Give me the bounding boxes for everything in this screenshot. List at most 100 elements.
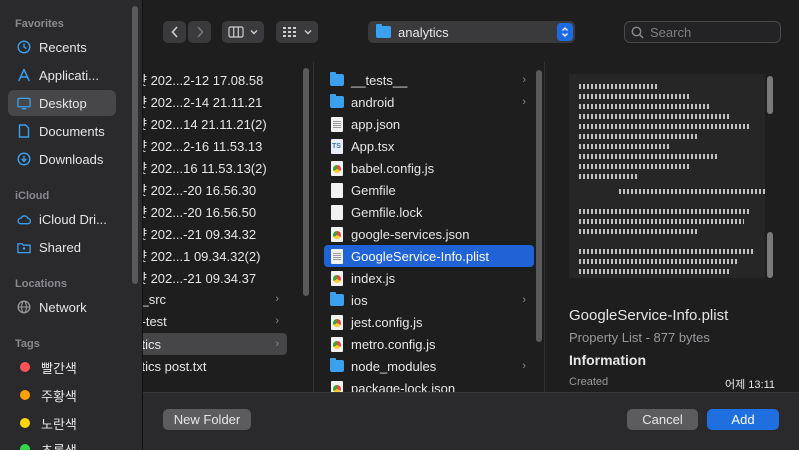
list-item[interactable]: android › bbox=[324, 91, 534, 113]
back-button[interactable] bbox=[163, 21, 186, 43]
list-item-label: babel.config.js bbox=[351, 160, 435, 176]
preview-scrollbar-lower[interactable] bbox=[767, 232, 773, 278]
sidebar-item-documents[interactable]: Documents bbox=[8, 118, 116, 144]
sidebar-item-downloads[interactable]: Downloads bbox=[8, 146, 116, 172]
search-input[interactable] bbox=[650, 24, 770, 40]
forward-button[interactable] bbox=[188, 21, 211, 43]
sidebar-section-icloud: iCloud bbox=[15, 190, 50, 202]
list-item-label: app.json bbox=[351, 116, 401, 132]
sidebar-item-applications[interactable]: Applicati... bbox=[8, 62, 116, 88]
chevron-right-icon: › bbox=[522, 96, 526, 108]
sidebar-section-locations: Locations bbox=[15, 278, 67, 290]
sidebar-item-icloud-drive[interactable]: iCloud Dri... bbox=[8, 206, 116, 232]
column-analytics: __tests__ › android › app.json App.tsx bab… bbox=[313, 62, 543, 392]
view-mode-button[interactable] bbox=[222, 21, 264, 43]
list-item[interactable]: 샷 202...14 21.11.21(2) bbox=[143, 112, 287, 134]
list-item[interactable]: 샷 202...-20 16.56.50 bbox=[143, 200, 287, 222]
list-item[interactable]: x bbox=[143, 377, 287, 392]
location-popup[interactable]: analytics bbox=[368, 21, 575, 43]
cancel-button[interactable]: Cancel bbox=[627, 409, 698, 430]
list-item[interactable]: Gemfile bbox=[324, 179, 534, 201]
sidebar-tag-yellow[interactable]: 노란색 bbox=[8, 410, 116, 436]
list-item-selected[interactable]: ytics › bbox=[143, 333, 287, 355]
chevron-right-icon: › bbox=[275, 293, 279, 305]
list-item[interactable]: node_modules › bbox=[324, 355, 534, 377]
sidebar-tag-red[interactable]: 빨간색 bbox=[8, 354, 116, 380]
list-item[interactable]: Gemfile.lock bbox=[324, 201, 534, 223]
list-item-label: google-services.json bbox=[351, 226, 470, 242]
chrome-file-icon bbox=[330, 160, 344, 176]
plist-file-icon bbox=[330, 248, 344, 264]
sidebar-item-desktop[interactable]: Desktop bbox=[8, 90, 116, 116]
column-analytics-scrollbar[interactable] bbox=[536, 70, 542, 342]
chevron-right-icon: › bbox=[522, 360, 526, 372]
list-item[interactable]: 샷 202...16 11.53.13(2) bbox=[143, 156, 287, 178]
sidebar-item-shared[interactable]: Shared bbox=[8, 234, 116, 260]
chrome-file-icon bbox=[330, 226, 344, 242]
list-item[interactable]: google-services.json bbox=[324, 223, 534, 245]
chevron-right-icon: › bbox=[275, 338, 279, 350]
chevron-right-icon: › bbox=[275, 315, 279, 327]
location-label: analytics bbox=[398, 24, 449, 40]
sidebar-tag-green[interactable]: 초록색 bbox=[8, 436, 116, 450]
sidebar-item-label: Applicati... bbox=[39, 67, 99, 83]
list-item[interactable]: jest.config.js bbox=[324, 311, 534, 333]
list-item[interactable]: 샷 202...-21 09.34.32 bbox=[143, 222, 287, 244]
list-item[interactable]: metro.config.js bbox=[324, 333, 534, 355]
columns-view-icon bbox=[228, 26, 244, 38]
sidebar-section-favorites: Favorites bbox=[15, 18, 64, 30]
list-item-label: node_modules bbox=[351, 358, 437, 374]
list-item-selected[interactable]: GoogleService-Info.plist bbox=[324, 245, 534, 267]
list-item[interactable]: z-test › bbox=[143, 310, 287, 332]
list-item[interactable]: 샷 202...2-16 11.53.13 bbox=[143, 134, 287, 156]
sidebar-item-label: Network bbox=[39, 299, 87, 315]
up-down-chevron-icon bbox=[557, 23, 573, 41]
column-desktop-scrollbar[interactable] bbox=[303, 68, 309, 296]
sidebar-item-recents[interactable]: Recents bbox=[8, 34, 116, 60]
sidebar-tag-orange[interactable]: 주황색 bbox=[8, 382, 116, 408]
clock-icon bbox=[17, 40, 31, 54]
search-field[interactable] bbox=[624, 21, 781, 43]
list-item[interactable]: babel.config.js bbox=[324, 157, 534, 179]
sidebar-item-label: 주황색 bbox=[41, 388, 77, 404]
list-item[interactable]: __tests__ › bbox=[324, 69, 534, 91]
list-item[interactable]: App.tsx bbox=[324, 135, 534, 157]
tag-yellow-icon bbox=[20, 418, 30, 428]
folder-icon bbox=[330, 94, 344, 110]
sidebar-item-label: Desktop bbox=[39, 95, 87, 111]
chrome-file-icon bbox=[330, 336, 344, 352]
list-item-label: 샷 202...2-12 17.08.58 bbox=[143, 72, 264, 88]
list-item[interactable]: ytics post.txt bbox=[143, 355, 287, 377]
sidebar-item-label: Downloads bbox=[39, 151, 104, 167]
sidebar-item-network[interactable]: Network bbox=[8, 294, 116, 320]
chrome-file-icon bbox=[330, 314, 344, 330]
list-item[interactable]: package-lock.json bbox=[324, 377, 534, 392]
list-item[interactable]: 샷 202...1 09.34.32(2) bbox=[143, 244, 287, 266]
list-item[interactable]: 샷 202...-20 16.56.30 bbox=[143, 178, 287, 200]
list-item[interactable]: 샷 202...2-14 21.11.21 bbox=[143, 90, 287, 112]
list-item[interactable]: app.json bbox=[324, 113, 534, 135]
globe-icon bbox=[17, 300, 31, 314]
list-item[interactable]: s_src › bbox=[143, 288, 287, 310]
group-by-button[interactable] bbox=[276, 21, 318, 43]
add-button[interactable]: Add bbox=[707, 409, 779, 430]
shared-folder-icon bbox=[17, 240, 31, 254]
list-item[interactable]: index.js bbox=[324, 267, 534, 289]
preview-scrollbar[interactable] bbox=[767, 76, 773, 114]
list-item-label: ytics post.txt bbox=[143, 358, 207, 374]
list-item-label: ios bbox=[351, 292, 368, 308]
list-item-label: index.js bbox=[351, 270, 396, 286]
list-item-label: App.tsx bbox=[351, 138, 395, 154]
list-item[interactable]: ios › bbox=[324, 289, 534, 311]
new-folder-button[interactable]: New Folder bbox=[163, 409, 251, 430]
list-item-label: s_src bbox=[143, 291, 167, 307]
sidebar-scrollbar[interactable] bbox=[132, 6, 138, 284]
preview-file-kind: Property List - 877 bytes bbox=[569, 330, 710, 345]
file-preview-thumbnail bbox=[569, 74, 765, 278]
grid-icon bbox=[283, 27, 296, 37]
list-item[interactable]: 샷 202...-21 09.34.37 bbox=[143, 266, 287, 288]
preview-created-label: Created bbox=[569, 376, 609, 388]
list-item-label: Gemfile.lock bbox=[351, 204, 423, 220]
list-item[interactable]: 샷 202...2-12 17.08.58 bbox=[143, 68, 287, 90]
chevron-right-icon bbox=[196, 26, 204, 38]
